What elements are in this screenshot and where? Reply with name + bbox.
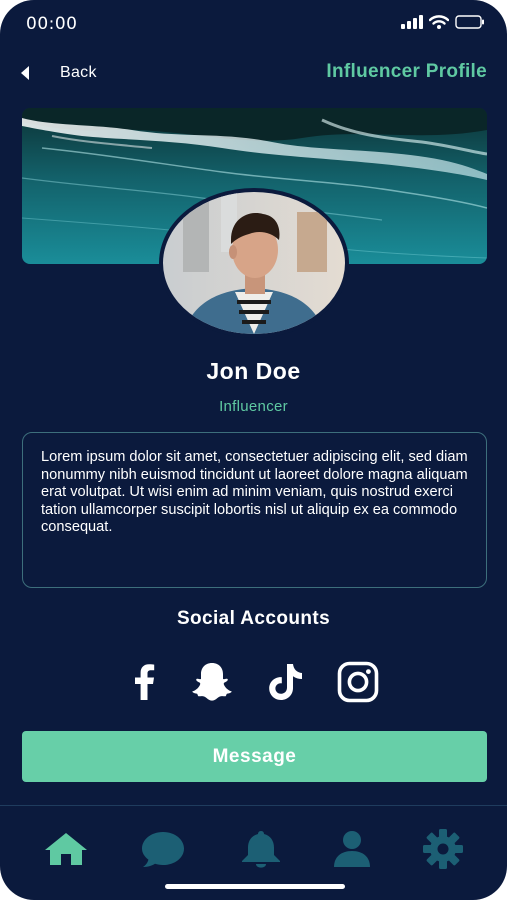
settings-icon[interactable] xyxy=(420,826,466,872)
chat-icon[interactable] xyxy=(140,826,186,872)
avatar xyxy=(159,188,349,338)
avatar-photo xyxy=(163,192,345,334)
tiktok-icon[interactable] xyxy=(264,660,308,704)
bio-card: Lorem ipsum dolor sit amet, consectetuer… xyxy=(22,432,487,588)
profile-name: Jon Doe xyxy=(206,358,301,384)
facebook-icon[interactable] xyxy=(122,660,166,704)
back-label: Back xyxy=(60,64,97,81)
message-button[interactable]: Message xyxy=(22,731,487,782)
profile-role: Influencer xyxy=(219,398,288,415)
user-icon[interactable] xyxy=(329,826,375,872)
header: Back Influencer Profile xyxy=(0,55,507,91)
signal-icon xyxy=(401,15,423,29)
back-arrow-icon xyxy=(21,66,29,80)
status-bar: 00:00 xyxy=(0,0,507,48)
phone-screen: 00:00 Back Influencer Profile Jon Doe In… xyxy=(0,0,507,900)
page-title: Influencer Profile xyxy=(326,61,487,82)
instagram-icon[interactable] xyxy=(336,660,380,704)
back-button[interactable]: Back xyxy=(18,57,97,89)
battery-icon xyxy=(455,15,484,29)
tab-bar xyxy=(0,826,507,872)
tab-bar-divider xyxy=(0,805,507,806)
wifi-icon xyxy=(429,15,449,29)
bell-icon[interactable] xyxy=(238,826,284,872)
status-icons xyxy=(401,15,485,29)
status-time: 00:00 xyxy=(26,14,78,34)
social-accounts-row xyxy=(0,660,507,704)
home-icon[interactable] xyxy=(43,826,89,872)
snapchat-icon[interactable] xyxy=(190,660,234,704)
social-accounts-title: Social Accounts xyxy=(176,608,331,629)
bio-text: Lorem ipsum dolor sit amet, consectetuer… xyxy=(41,449,468,536)
home-indicator xyxy=(165,884,345,889)
